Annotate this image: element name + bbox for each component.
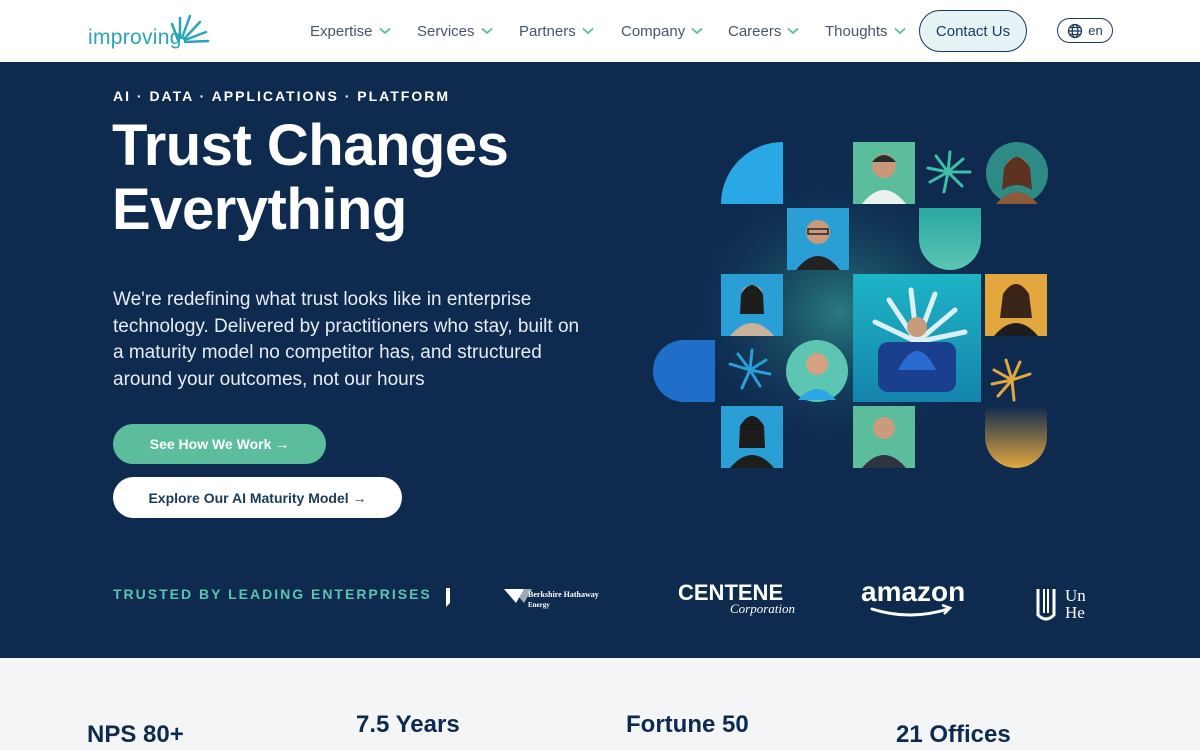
site-header: improving Expertise Services Partners Co… (0, 0, 1200, 62)
explore-ai-maturity-model-button[interactable]: Explore Our AI Maturity Model → (113, 477, 402, 518)
amazon-logo: amazon (861, 576, 965, 617)
svg-text:Corporation: Corporation (730, 601, 795, 616)
hero-title: Trust Changes Everything (112, 114, 632, 242)
hero-section: AI · DATA · APPLICATIONS · PLATFORM Trus… (0, 62, 1200, 658)
svg-text:amazon: amazon (861, 576, 965, 607)
hero-title-line: Trust Changes (112, 113, 509, 178)
mosaic-art (653, 142, 1048, 468)
stat-years: 7.5 Years (356, 711, 460, 738)
stat-nps: NPS 80+ (87, 721, 184, 748)
nav-item-label: Company (621, 22, 686, 40)
nav-item-partners[interactable]: Partners (519, 21, 594, 41)
hero-title-line: Everything (112, 177, 407, 242)
nav-item-services[interactable]: Services (417, 21, 493, 41)
contact-us-button[interactable]: Contact Us (919, 10, 1027, 52)
stat-offices: 21 Offices (896, 721, 1011, 748)
partial-logo (446, 588, 450, 607)
nav-item-label: Careers (728, 22, 782, 40)
nav-item-thoughts[interactable]: Thoughts (825, 21, 906, 41)
nav-item-label: Expertise (310, 22, 373, 40)
nav-item-careers[interactable]: Careers (728, 21, 799, 41)
hero-eyebrow: AI · DATA · APPLICATIONS · PLATFORM (113, 88, 451, 104)
nav-item-label: Services (417, 22, 475, 40)
nav-item-company[interactable]: Company (621, 21, 703, 41)
language-selector[interactable]: en (1057, 18, 1113, 43)
globe-icon (1068, 23, 1083, 38)
hero-description: We're redefining what trust looks like i… (113, 289, 580, 390)
chevron-down-icon (582, 27, 594, 35)
chevron-down-icon (480, 27, 493, 35)
language-label: en (1088, 23, 1103, 38)
chevron-down-icon (378, 27, 391, 35)
client-logos: Berkshire Hathaway Energy CENTENE Corpor… (446, 576, 1086, 622)
chevron-down-icon (787, 27, 799, 35)
hero-mosaic (640, 132, 1060, 477)
stats-section: NPS 80+ 7.5 Years Fortune 50 21 Offices (0, 658, 1200, 750)
svg-text:Energy: Energy (528, 601, 550, 609)
svg-text:Berkshire Hathaway: Berkshire Hathaway (528, 590, 599, 599)
nav-item-label: Partners (519, 22, 576, 40)
see-how-we-work-button[interactable]: See How We Work → (113, 424, 326, 464)
berkshire-hathaway-logo: Berkshire Hathaway Energy (504, 589, 599, 609)
trusted-by-label: TRUSTED BY LEADING ENTERPRISES (113, 586, 432, 602)
centene-logo: CENTENE Corporation (678, 580, 795, 616)
chevron-down-icon (691, 27, 703, 35)
client-logos-strip: Berkshire Hathaway Energy CENTENE Corpor… (440, 567, 1088, 635)
stat-fortune: Fortune 50 (626, 711, 749, 738)
nav-item-label: Thoughts (825, 22, 888, 40)
svg-text:He: He (1065, 603, 1085, 622)
chevron-down-icon (893, 27, 906, 35)
nav-item-expertise[interactable]: Expertise (310, 21, 391, 41)
unitedhealth-logo: Un He (1036, 586, 1086, 622)
